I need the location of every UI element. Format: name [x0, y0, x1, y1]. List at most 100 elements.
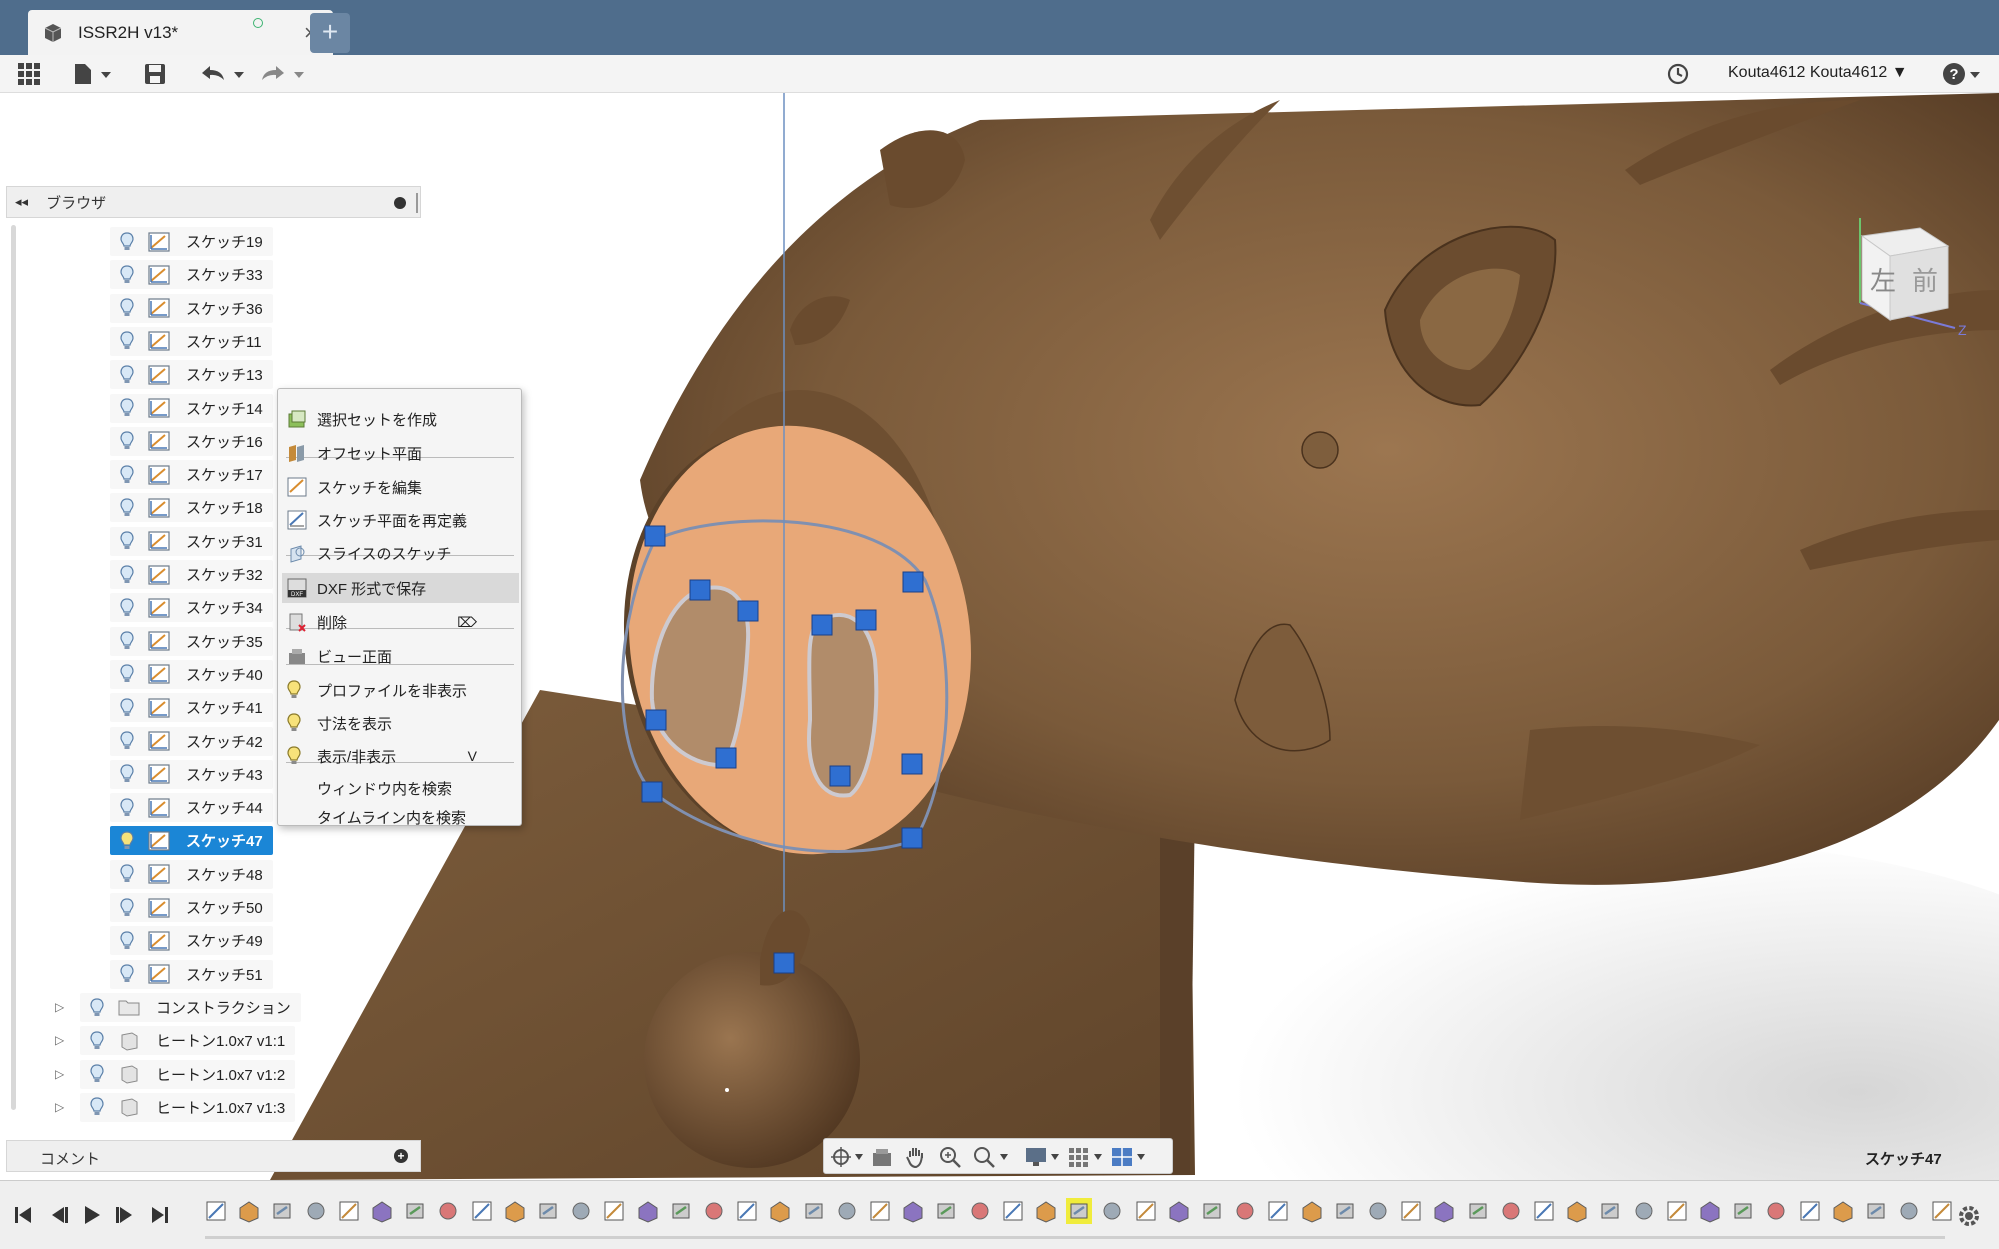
timeline-feature[interactable] — [203, 1198, 229, 1224]
timeline-feature[interactable] — [1664, 1198, 1690, 1224]
browser-sketch-row[interactable]: スケッチ34 — [110, 593, 273, 623]
visibility-bulb-icon[interactable] — [116, 963, 138, 985]
zoom-icon[interactable] — [938, 1145, 962, 1169]
visibility-bulb-icon[interactable] — [116, 863, 138, 885]
timeline-feature[interactable] — [734, 1198, 760, 1224]
timeline-feature[interactable] — [1597, 1198, 1623, 1224]
visibility-bulb-icon[interactable] — [116, 330, 138, 352]
browser-sketch-row[interactable]: スケッチ49 — [110, 926, 273, 956]
look-at-icon[interactable] — [870, 1145, 894, 1169]
browser-pin-icon[interactable] — [394, 197, 406, 209]
document-tab[interactable]: ISSR2H v13* × — [28, 10, 333, 55]
visibility-bulb-icon[interactable] — [116, 497, 138, 519]
timeline-feature[interactable] — [1564, 1198, 1590, 1224]
orbit-icon[interactable] — [830, 1145, 866, 1169]
timeline-feature[interactable] — [269, 1198, 295, 1224]
visibility-bulb-icon[interactable] — [116, 564, 138, 586]
browser-sketch-row[interactable]: スケッチ32 — [110, 560, 273, 589]
browser-component-row[interactable]: ヒートン1.0x7 v1:3 — [80, 1092, 296, 1122]
expand-arrow-icon[interactable]: ▷ — [55, 1067, 64, 1081]
browser-sketch-row[interactable]: スケッチ41 — [110, 693, 273, 723]
browser-sketch-row[interactable]: スケッチ50 — [110, 893, 273, 922]
context-menu-item[interactable]: DXF DXF 形式で保存 — [282, 573, 519, 603]
visibility-bulb-icon[interactable] — [116, 397, 138, 419]
timeline-feature[interactable] — [900, 1198, 926, 1224]
help-icon[interactable]: ? — [1942, 61, 1986, 87]
context-menu-item[interactable]: スケッチを編集 — [282, 472, 519, 502]
timeline-feature[interactable] — [369, 1198, 395, 1224]
browser-sketch-row[interactable]: スケッチ18 — [110, 493, 273, 523]
context-menu-item[interactable]: ウィンドウ内を検索 — [282, 773, 519, 803]
browser-sketch-row[interactable]: スケッチ47 — [110, 826, 273, 856]
timeline-feature[interactable] — [435, 1198, 461, 1224]
visibility-bulb-icon[interactable] — [86, 1030, 108, 1052]
timeline-track[interactable] — [205, 1236, 1945, 1239]
visibility-bulb-icon[interactable] — [116, 297, 138, 319]
save-icon[interactable] — [142, 61, 168, 87]
timeline-feature[interactable] — [767, 1198, 793, 1224]
timeline-feature[interactable] — [1697, 1198, 1723, 1224]
timeline-feature[interactable] — [1232, 1198, 1258, 1224]
visibility-bulb-icon[interactable] — [86, 1096, 108, 1118]
visibility-bulb-icon[interactable] — [116, 830, 138, 852]
timeline-feature[interactable] — [502, 1198, 528, 1224]
timeline-feature[interactable] — [1365, 1198, 1391, 1224]
pan-hand-icon[interactable] — [904, 1145, 928, 1169]
timeline-feature[interactable] — [933, 1198, 959, 1224]
timeline-feature[interactable] — [1863, 1198, 1889, 1224]
display-settings-icon[interactable] — [1024, 1145, 1064, 1169]
visibility-bulb-icon[interactable] — [86, 997, 108, 1019]
visibility-bulb-icon[interactable] — [116, 530, 138, 552]
timeline-feature[interactable] — [303, 1198, 329, 1224]
timeline-feature[interactable] — [1133, 1198, 1159, 1224]
timeline-feature[interactable] — [701, 1198, 727, 1224]
visibility-bulb-icon[interactable] — [116, 430, 138, 452]
visibility-bulb-icon[interactable] — [116, 630, 138, 652]
timeline-feature[interactable] — [1431, 1198, 1457, 1224]
timeline-feature[interactable] — [1498, 1198, 1524, 1224]
browser-sketch-row[interactable]: スケッチ48 — [110, 859, 273, 889]
context-menu-item[interactable]: タイムライン内を検索 — [282, 802, 519, 832]
timeline-feature[interactable] — [867, 1198, 893, 1224]
expand-arrow-icon[interactable]: ▷ — [55, 1000, 64, 1014]
visibility-bulb-icon[interactable] — [116, 763, 138, 785]
timeline-feature[interactable] — [236, 1198, 262, 1224]
context-menu-item[interactable]: スケッチ平面を再定義 — [282, 505, 519, 535]
timeline-feature[interactable] — [1929, 1198, 1955, 1224]
visibility-bulb-icon[interactable] — [116, 231, 138, 253]
undo-icon[interactable] — [198, 61, 248, 87]
timeline-feature[interactable] — [568, 1198, 594, 1224]
panel-resize-handle[interactable] — [416, 193, 418, 213]
timeline-feature[interactable] — [1000, 1198, 1026, 1224]
visibility-bulb-icon[interactable] — [116, 797, 138, 819]
browser-sketch-row[interactable]: スケッチ19 — [110, 227, 273, 256]
expand-arrow-icon[interactable]: ▷ — [55, 1100, 64, 1114]
browser-scrollbar[interactable] — [11, 225, 16, 1110]
timeline-feature[interactable] — [1830, 1198, 1856, 1224]
browser-sketch-row[interactable]: スケッチ40 — [110, 659, 273, 689]
grid-settings-icon[interactable] — [1067, 1145, 1107, 1169]
timeline-feature[interactable] — [1199, 1198, 1225, 1224]
timeline-previous-icon[interactable] — [45, 1201, 73, 1229]
context-menu-item[interactable]: 寸法を表示 — [282, 708, 519, 738]
timeline-feature[interactable] — [635, 1198, 661, 1224]
timeline-feature[interactable] — [402, 1198, 428, 1224]
browser-sketch-row[interactable]: スケッチ33 — [110, 260, 273, 290]
browser-sketch-row[interactable]: スケッチ36 — [110, 293, 273, 323]
user-account-menu[interactable]: Kouta4612 Kouta4612 ▼ — [1728, 64, 1908, 82]
browser-sketch-row[interactable]: スケッチ35 — [110, 626, 273, 656]
viewports-icon[interactable] — [1110, 1145, 1150, 1169]
timeline-feature[interactable] — [336, 1198, 362, 1224]
timeline-feature[interactable] — [1730, 1198, 1756, 1224]
redo-icon[interactable] — [258, 61, 308, 87]
visibility-bulb-icon[interactable] — [116, 897, 138, 919]
fit-zoom-icon[interactable] — [972, 1145, 1012, 1169]
context-menu-item[interactable]: スライスのスケッチ — [282, 538, 519, 568]
view-cube[interactable]: 左 前 Z — [1840, 208, 1980, 338]
timeline-feature[interactable] — [1465, 1198, 1491, 1224]
timeline-play-icon[interactable] — [78, 1201, 106, 1229]
app-grid-icon[interactable] — [15, 61, 43, 87]
new-tab-button[interactable]: + — [310, 13, 350, 53]
browser-sketch-row[interactable]: スケッチ16 — [110, 426, 273, 456]
visibility-bulb-icon[interactable] — [116, 264, 138, 286]
